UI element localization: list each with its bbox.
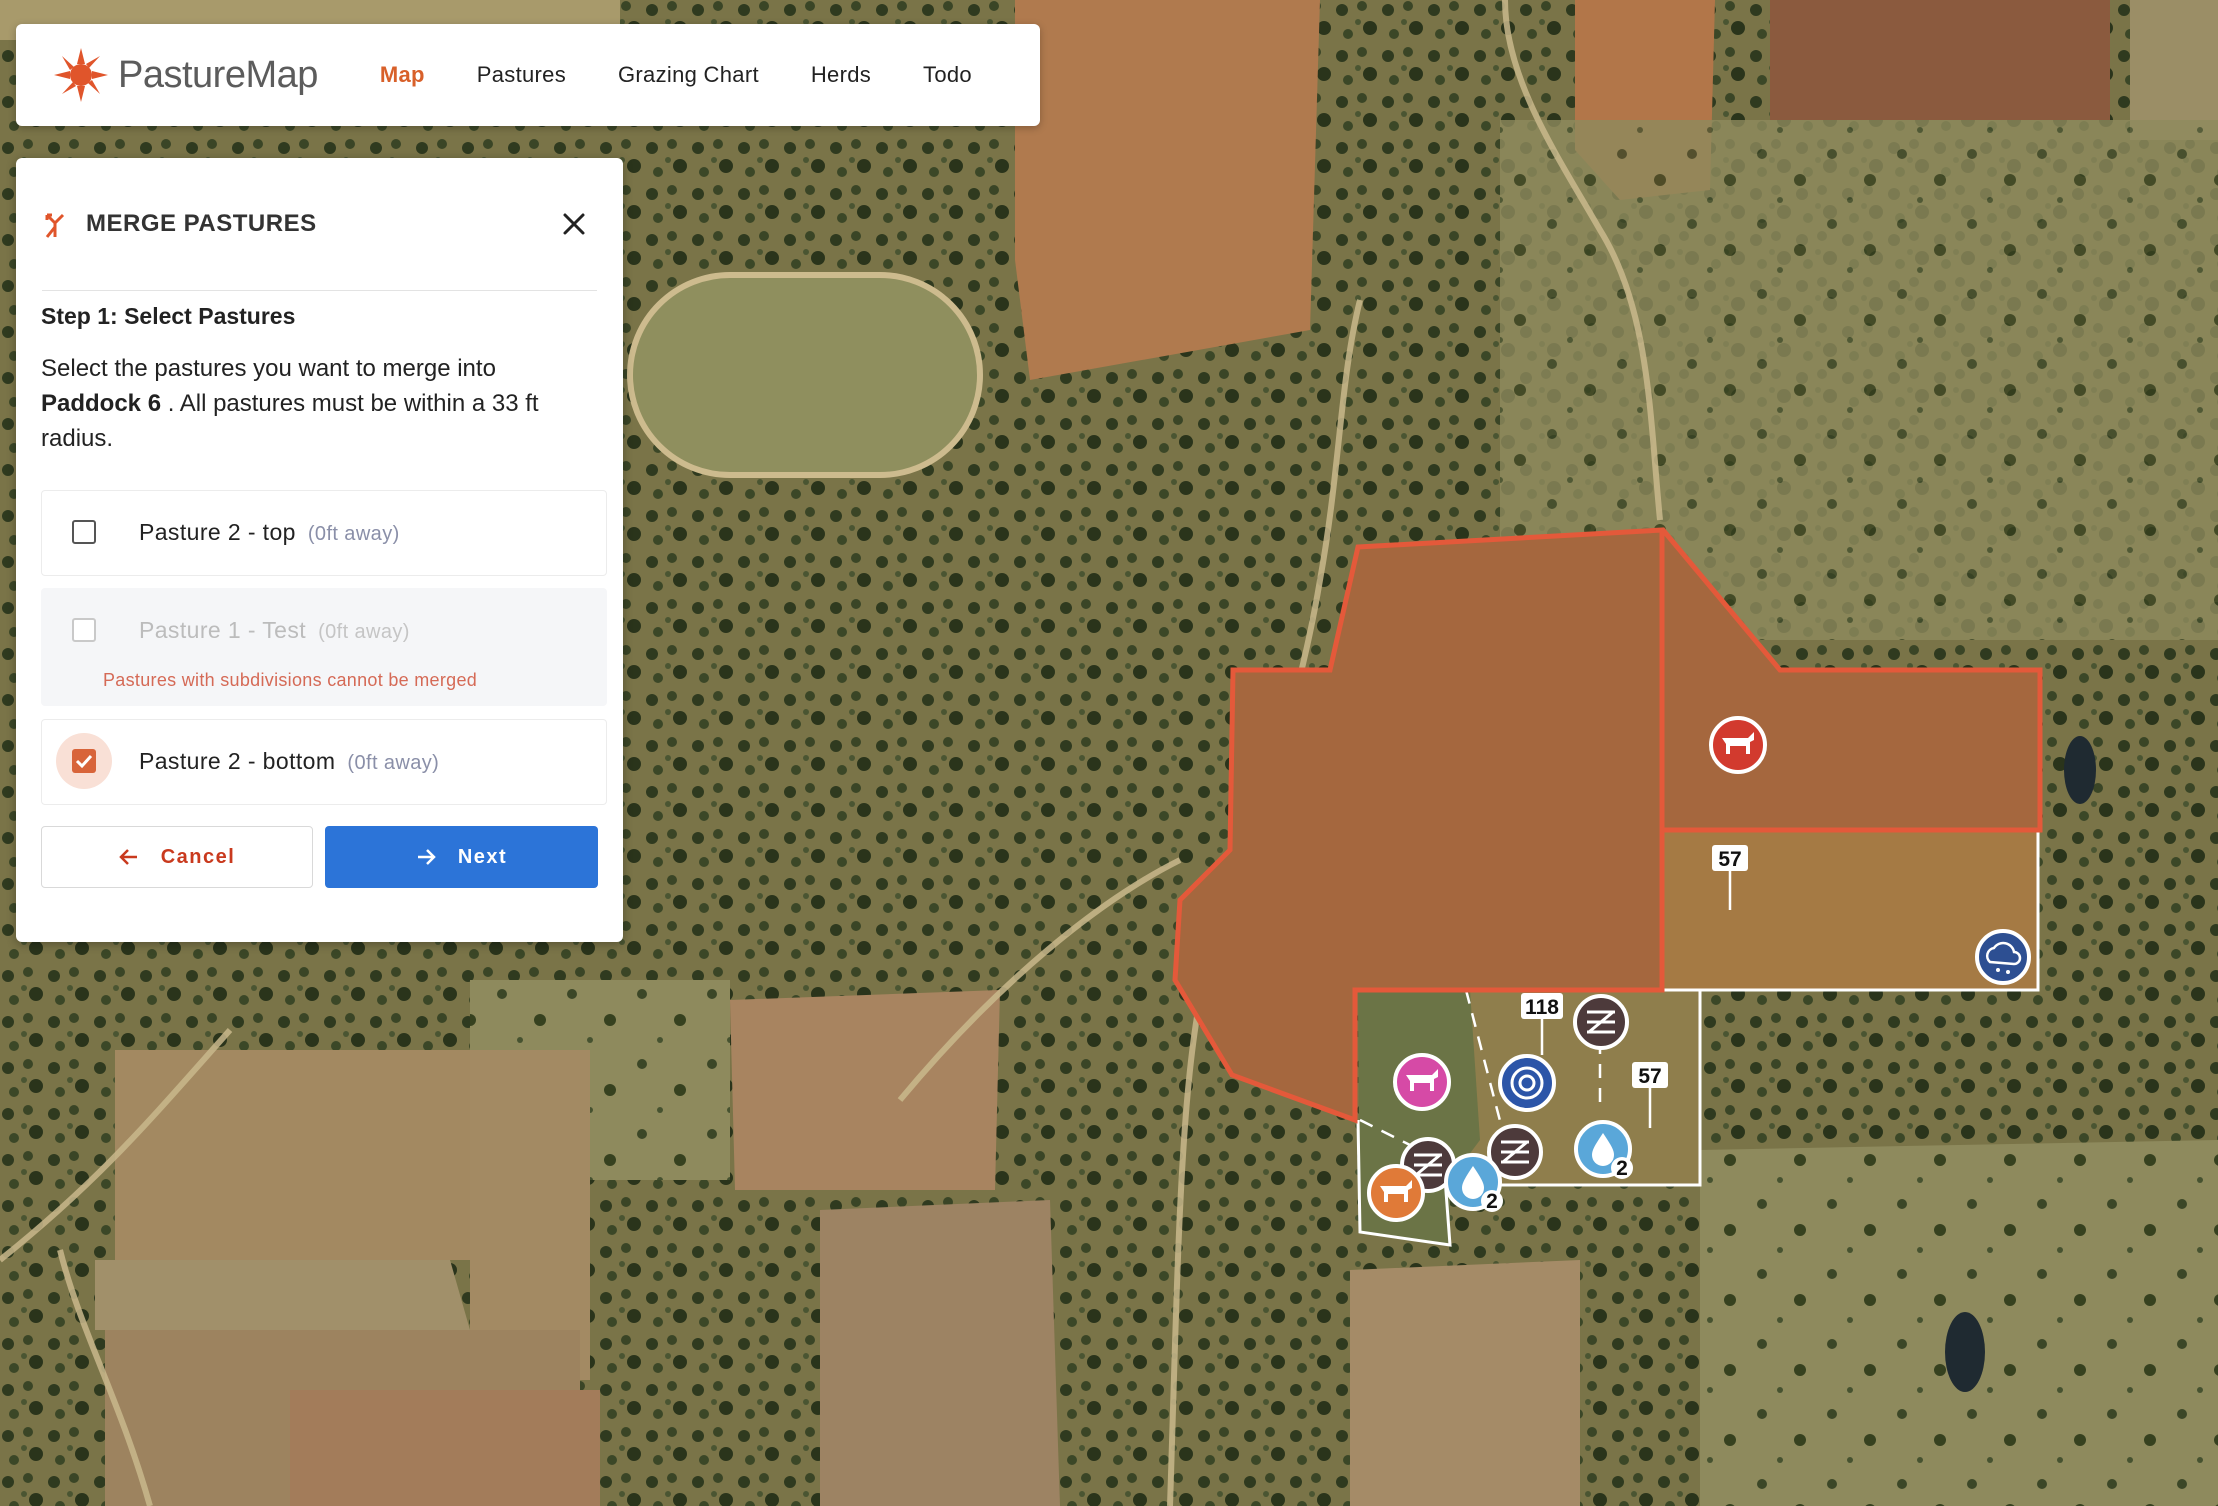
top-navigation: PastureMap Map Pastures Grazing Chart He…	[16, 24, 1040, 126]
pasture-option-selected[interactable]: Pasture 2 - bottom (0ft away)	[41, 719, 607, 805]
nav-item-grazing-chart[interactable]: Grazing Chart	[618, 62, 759, 88]
water-drop-icon[interactable]: 2	[1444, 1153, 1503, 1213]
desc-text-before: Select the pastures you want to merge in…	[41, 355, 496, 382]
pasture-distance: (0ft away)	[318, 621, 410, 643]
pasture-name: Pasture 2 - top	[139, 519, 296, 545]
rain-gauge-icon[interactable]	[1975, 929, 2031, 985]
arrow-right-icon	[417, 849, 436, 865]
checkbox-checked[interactable]	[72, 749, 96, 773]
step-description: Select the pastures you want to merge in…	[41, 351, 601, 456]
target-pasture-name: Paddock 6	[41, 390, 162, 417]
target-icon[interactable]	[1498, 1054, 1556, 1112]
checkmark-icon	[75, 754, 93, 769]
panel-header: MERGE PASTURES	[42, 194, 597, 291]
checkbox[interactable]	[72, 520, 96, 544]
app-logo[interactable]: PastureMap	[52, 46, 318, 104]
pasture-option-label: Pasture 2 - bottom (0ft away)	[139, 748, 439, 775]
arrow-left-icon	[118, 849, 137, 865]
pasture-option-label: Pasture 1 - Test (0ft away)	[139, 617, 410, 644]
step-title: Step 1: Select Pastures	[41, 303, 296, 329]
nav-item-herds[interactable]: Herds	[811, 62, 871, 88]
nav-item-todo[interactable]: Todo	[923, 62, 972, 88]
main-nav: Map Pastures Grazing Chart Herds Todo	[354, 62, 998, 88]
merge-error-message: Pastures with subdivisions cannot be mer…	[103, 670, 478, 690]
gate-icon[interactable]	[1573, 994, 1629, 1050]
app-name: PastureMap	[118, 53, 318, 96]
svg-text:57: 57	[1638, 1065, 1661, 1088]
pasture-name: Pasture 1 - Test	[139, 617, 307, 643]
pasture-distance: (0ft away)	[347, 752, 440, 774]
next-button[interactable]: Next	[325, 826, 598, 888]
svg-text:118: 118	[1525, 996, 1559, 1019]
merge-icon	[45, 213, 65, 238]
pasture-option-disabled: Pasture 1 - Test (0ft away) Pastures with…	[41, 588, 607, 706]
checkbox-disabled	[72, 618, 96, 642]
next-button-label: Next	[457, 845, 508, 868]
nav-item-pastures[interactable]: Pastures	[477, 62, 566, 88]
pasture-distance: (0ft away)	[307, 523, 400, 545]
cow-icon[interactable]	[1709, 716, 1767, 774]
cow-icon[interactable]	[1367, 1164, 1425, 1222]
cancel-button[interactable]: Cancel	[41, 826, 313, 888]
close-icon[interactable]	[559, 209, 589, 239]
water-drop-icon[interactable]: 2	[1574, 1120, 1633, 1180]
svg-text:2: 2	[1616, 1157, 1628, 1180]
pasture-option-label: Pasture 2 - top (0ft away)	[139, 519, 400, 546]
cow-icon[interactable]	[1393, 1053, 1451, 1111]
svg-text:2: 2	[1486, 1190, 1498, 1213]
svg-text:57: 57	[1718, 848, 1741, 871]
merge-pastures-panel: MERGE PASTURES Step 1: Select Pastures S…	[16, 158, 623, 942]
nav-item-map[interactable]: Map	[380, 62, 425, 88]
pasture-option[interactable]: Pasture 2 - top (0ft away)	[41, 490, 607, 576]
pasture-name: Pasture 2 - bottom	[139, 748, 336, 774]
sun-logo-icon	[54, 48, 108, 102]
panel-title: MERGE PASTURES	[86, 210, 317, 237]
cancel-button-label: Cancel	[160, 845, 236, 868]
